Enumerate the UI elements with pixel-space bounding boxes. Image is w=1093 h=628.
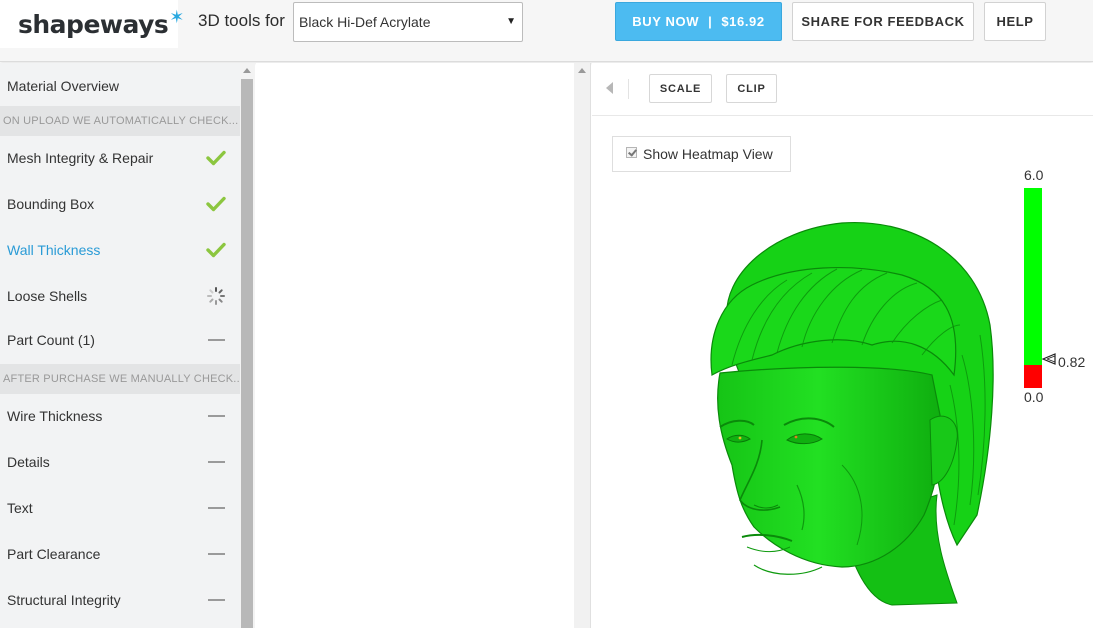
logo-star-icon: ✶ xyxy=(169,6,185,27)
material-select-value: Black Hi-Def Acrylate xyxy=(299,14,431,30)
help-button[interactable]: HELP xyxy=(984,2,1046,41)
sidebar-item-bounding-box[interactable]: Bounding Box xyxy=(0,181,240,227)
buy-now-label: BUY NOW xyxy=(632,14,700,29)
sidebar-item-mesh-integrity[interactable]: Mesh Integrity & Repair xyxy=(0,135,240,181)
buy-separator: | xyxy=(708,14,713,29)
heatmap-legend-bar xyxy=(1024,188,1042,388)
sidebar-item-text[interactable]: Text xyxy=(0,485,240,531)
dash-icon xyxy=(205,439,227,485)
model-viewer[interactable]: SCALE CLIP Show Heatmap View 6.0 0.82 0.… xyxy=(592,63,1093,628)
scale-button[interactable]: SCALE xyxy=(649,74,712,103)
legend-fail-segment xyxy=(1024,365,1042,388)
scroll-up-arrow-icon[interactable] xyxy=(243,68,251,73)
dash-icon xyxy=(205,485,227,531)
check-icon xyxy=(205,135,227,181)
check-icon xyxy=(205,227,227,273)
threshold-marker-icon xyxy=(1042,353,1056,365)
shapeways-logo[interactable]: shapeways ✶ xyxy=(0,0,184,48)
sidebar-item-label: Text xyxy=(7,500,33,516)
heatmap-checkbox[interactable] xyxy=(626,146,637,158)
sidebar-item-label: Part Clearance xyxy=(7,546,101,562)
dash-icon xyxy=(205,577,227,623)
sidebar-item-label: Part Count (1) xyxy=(7,332,95,348)
legend-min-value: 0.0 xyxy=(1024,389,1044,405)
sidebar-item-label: Wire Thickness xyxy=(7,408,103,424)
legend-threshold-value: 0.82 xyxy=(1058,354,1086,370)
sidebar-item-label: Mesh Integrity & Repair xyxy=(7,150,154,166)
caret-down-icon: ▼ xyxy=(506,16,516,27)
detail-panel xyxy=(256,63,574,628)
sidebar-scrollbar[interactable] xyxy=(240,63,255,628)
dash-icon xyxy=(205,531,227,577)
checks-sidebar: Material Overview ON UPLOAD WE AUTOMATIC… xyxy=(0,63,240,628)
sidebar-item-label: Details xyxy=(7,454,50,470)
logo-text: shapeways xyxy=(18,9,169,39)
share-feedback-button[interactable]: SHARE FOR FEEDBACK xyxy=(792,2,974,41)
dash-icon xyxy=(205,317,227,363)
legend-max-value: 6.0 xyxy=(1024,167,1044,183)
heatmap-toggle[interactable]: Show Heatmap View xyxy=(612,136,791,172)
sidebar-item-material-overview[interactable]: Material Overview xyxy=(0,63,240,109)
collapse-left-arrow-icon[interactable] xyxy=(606,82,613,94)
sidebar-item-details[interactable]: Details xyxy=(0,439,240,485)
section-header-auto: ON UPLOAD WE AUTOMATICALLY CHECK... xyxy=(0,106,240,136)
buy-now-button[interactable]: BUY NOW | $16.92 xyxy=(615,2,782,41)
sidebar-item-label: Bounding Box xyxy=(7,196,95,212)
buy-price: $16.92 xyxy=(721,14,765,29)
tools-label: 3D tools for xyxy=(198,11,285,30)
toolbar-divider xyxy=(628,79,629,99)
sidebar-scrollbar-thumb[interactable] xyxy=(241,79,253,628)
heatmap-label: Show Heatmap View xyxy=(643,146,773,162)
scroll-up-arrow-icon[interactable] xyxy=(578,68,586,73)
sidebar-item-loose-shells[interactable]: Loose Shells xyxy=(0,273,240,319)
sidebar-item-part-count[interactable]: Part Count (1) xyxy=(0,317,240,363)
sidebar-item-wire-thickness[interactable]: Wire Thickness xyxy=(0,393,240,439)
clip-button[interactable]: CLIP xyxy=(726,74,777,103)
sidebar-item-structural-integrity[interactable]: Structural Integrity xyxy=(0,577,240,623)
check-icon xyxy=(205,181,227,227)
sidebar-item-label: Structural Integrity xyxy=(7,592,121,608)
sidebar-item-label: Wall Thickness xyxy=(7,242,101,258)
sidebar-item-part-clearance[interactable]: Part Clearance xyxy=(0,531,240,577)
detail-panel-scrollbar[interactable] xyxy=(574,63,591,628)
section-header-manual: AFTER PURCHASE WE MANUALLY CHECK... xyxy=(0,364,240,394)
top-header: shapeways ✶ 3D tools for Black Hi-Def Acr… xyxy=(0,0,1093,62)
loading-spinner-icon xyxy=(205,273,227,319)
material-select[interactable]: Black Hi-Def Acrylate ▼ xyxy=(293,2,523,42)
3d-model-head[interactable] xyxy=(692,215,1002,615)
viewer-toolbar: SCALE CLIP xyxy=(592,63,1093,116)
legend-pass-segment xyxy=(1024,188,1042,365)
sidebar-item-label: Material Overview xyxy=(7,78,120,94)
dash-icon xyxy=(205,393,227,439)
sidebar-item-wall-thickness[interactable]: Wall Thickness xyxy=(0,227,240,273)
sidebar-item-label: Loose Shells xyxy=(7,288,88,304)
